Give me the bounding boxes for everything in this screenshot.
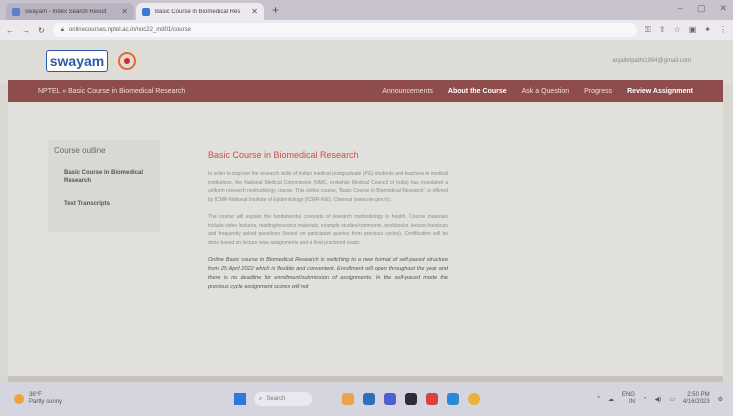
nav-progress[interactable]: Progress	[584, 88, 612, 95]
clock-date: 4/16/2023	[682, 399, 710, 405]
window-controls: – ▢ ✕	[678, 3, 727, 14]
sidepanel-icon[interactable]: ▣	[689, 25, 697, 35]
search-label: Search	[266, 396, 286, 402]
outline-title: Course outline	[54, 146, 106, 155]
cloud-icon[interactable]: ☁	[608, 396, 614, 403]
course-navbar: NPTEL » Basic Course in Biomedical Resea…	[8, 80, 723, 102]
menu-icon[interactable]: ⋮	[719, 25, 727, 35]
app-icon[interactable]	[405, 393, 417, 405]
tab-title: swayam - Index Search Result	[25, 8, 107, 15]
outline-item-course[interactable]: Basic Course in Biomedical Research	[64, 169, 160, 185]
chrome-icon[interactable]	[468, 393, 480, 405]
nav-announcements[interactable]: Announcements	[382, 88, 433, 95]
clock-time: 2:50 PM	[687, 392, 710, 398]
windows-taskbar: 36°F Partly sunny ⌕ Search ^ ☁ ENG IN ◔ …	[0, 382, 733, 416]
nav-ask-question[interactable]: Ask a Question	[522, 88, 569, 95]
edge-icon[interactable]	[447, 393, 459, 405]
nav-links: Announcements About the Course Ask a Que…	[382, 88, 693, 95]
user-email[interactable]: anjalitripathi1994@gmail.com	[612, 58, 691, 64]
file-explorer-icon[interactable]	[363, 393, 375, 405]
toolbar-actions: ⚿ ⇪ ☆ ▣ ✦ ⋮	[645, 25, 727, 35]
close-tab-icon[interactable]: ✕	[251, 7, 258, 16]
window-close-icon[interactable]: ✕	[719, 3, 727, 14]
course-outline: Course outline Basic Course in Biomedica…	[48, 140, 160, 232]
widgets-icon[interactable]	[342, 393, 354, 405]
browser-tab-1[interactable]: swayam - Index Search Result ✕	[6, 3, 134, 20]
page-content: Course outline Basic Course in Biomedica…	[8, 102, 723, 376]
star-icon[interactable]: ☆	[674, 25, 681, 35]
breadcrumb-root[interactable]: NPTEL	[38, 88, 60, 95]
browser-tabstrip: swayam - Index Search Result ✕ Basic Cou…	[0, 0, 733, 20]
settings-icon[interactable]: ⚙	[718, 396, 723, 403]
volume-icon[interactable]: ◀)	[655, 396, 662, 403]
language-indicator[interactable]: ENG IN	[622, 392, 635, 406]
outline-item-transcripts[interactable]: Text Transcripts	[64, 201, 160, 207]
url-text: onlinecourses.nptel.ac.in/noc22_md01/cou…	[68, 27, 191, 33]
nav-review-assignment[interactable]: Review Assignment	[627, 88, 693, 95]
battery-icon[interactable]: ▭	[669, 396, 675, 403]
swayam-logo[interactable]: swayam	[46, 50, 108, 72]
tab-favicon-icon	[12, 7, 20, 16]
tab-favicon-icon	[142, 7, 150, 16]
search-icon: ⌕	[259, 395, 263, 402]
taskbar-search[interactable]: ⌕ Search	[254, 392, 312, 406]
new-tab-icon[interactable]: +	[272, 3, 279, 17]
address-bar[interactable]: 🔒︎ onlinecourses.nptel.ac.in/noc22_md01/…	[52, 23, 637, 37]
share-icon[interactable]: ⇪	[659, 25, 666, 35]
page-title: Basic Course in Biomedical Research	[208, 150, 359, 160]
system-tray: ^ ☁ ENG IN ◔ ◀) ▭ 2:50 PM 4/16/2023 ⚙	[597, 392, 723, 406]
minimize-icon[interactable]: –	[678, 3, 683, 14]
lang-code: ENG	[621, 392, 635, 398]
forward-icon[interactable]: →	[22, 26, 30, 35]
breadcrumb-course[interactable]: Basic Course in Biomedical Research	[68, 88, 185, 95]
materials-paragraph: The course will explain the fundamental …	[208, 214, 448, 246]
sun-icon	[14, 394, 24, 404]
extensions-icon[interactable]: ✦	[704, 25, 711, 35]
course-description: Basic Course in Biomedical Research In o…	[208, 150, 448, 301]
chat-icon[interactable]	[384, 393, 396, 405]
tray-chevron-icon[interactable]: ^	[597, 396, 600, 402]
lang-region: IN	[628, 399, 635, 405]
maximize-icon[interactable]: ▢	[697, 3, 706, 14]
nav-about-course[interactable]: About the Course	[448, 88, 507, 95]
back-icon[interactable]: ←	[6, 26, 14, 35]
partner-logo-icon	[118, 52, 136, 70]
tab-title: Basic Course in Biomedical Res	[155, 8, 241, 15]
store-icon[interactable]	[426, 393, 438, 405]
clock[interactable]: 2:50 PM 4/16/2023	[683, 392, 710, 406]
browser-tab-2[interactable]: Basic Course in Biomedical Res ✕	[136, 3, 264, 20]
browser-toolbar: ← → ↻ 🔒︎ onlinecourses.nptel.ac.in/noc22…	[0, 20, 733, 40]
reload-icon[interactable]: ↻	[38, 26, 45, 35]
weather-desc: Partly sunny	[29, 399, 63, 405]
windows-start-icon[interactable]	[234, 393, 246, 405]
wifi-icon[interactable]: ◔	[643, 396, 647, 402]
weather-temp: 36°F	[29, 392, 42, 398]
breadcrumb: NPTEL » Basic Course in Biomedical Resea…	[38, 88, 185, 95]
lock-icon: 🔒︎	[60, 26, 64, 33]
pinned-apps	[342, 393, 480, 405]
self-paced-note: Online Basic course in Biomedical Resear…	[208, 257, 448, 290]
breadcrumb-separator: »	[62, 87, 67, 95]
intro-paragraph: In order to improve the research skills …	[208, 171, 448, 203]
key-icon[interactable]: ⚿	[645, 25, 651, 35]
weather-widget[interactable]: 36°F Partly sunny	[14, 392, 194, 406]
site-header: swayam anjalitripathi1994@gmail.com	[0, 40, 733, 84]
close-tab-icon[interactable]: ✕	[121, 7, 128, 16]
